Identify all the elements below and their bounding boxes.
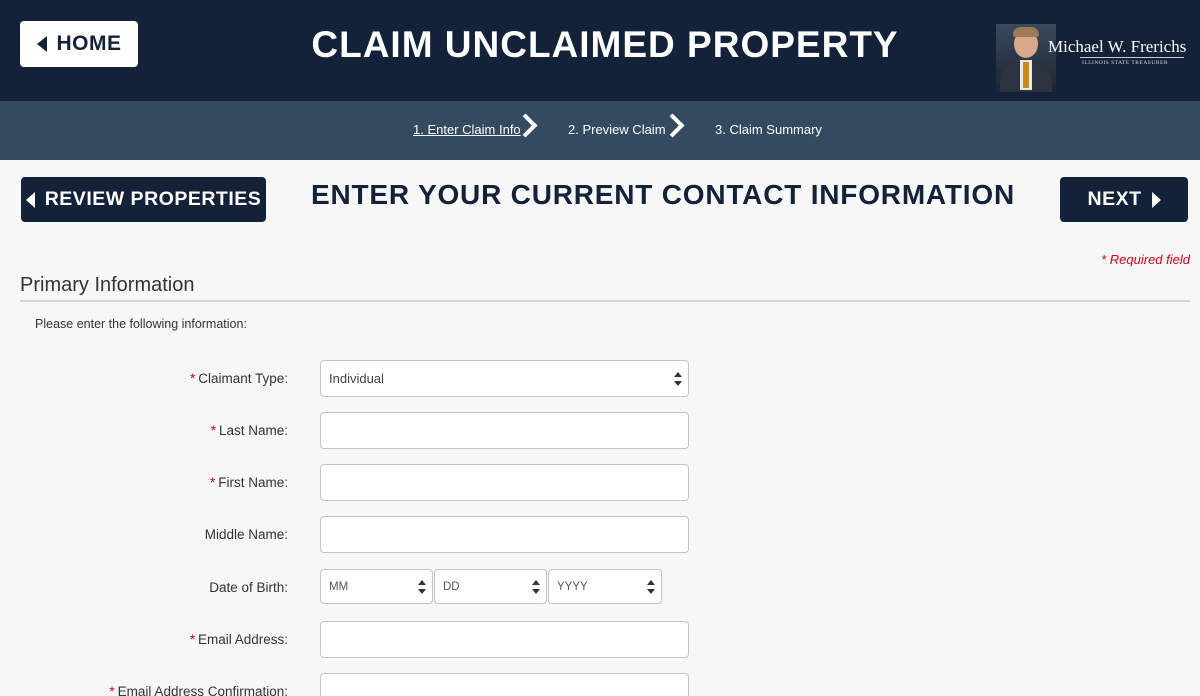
- claimant-type-row: * Claimant Type: Individual: [0, 360, 1200, 398]
- page-heading: ENTER YOUR CURRENT CONTACT INFORMATION: [311, 179, 1015, 210]
- select-arrows-icon: [674, 372, 682, 386]
- review-properties-label: REVIEW PROPERTIES: [44, 188, 262, 210]
- review-properties-button[interactable]: REVIEW PROPERTIES: [21, 177, 266, 222]
- logo-divider: [1080, 57, 1184, 58]
- dob-month-value: MM: [329, 580, 349, 593]
- dob-year-select[interactable]: YYYY: [548, 569, 662, 604]
- select-arrows-icon: [532, 580, 540, 594]
- required-field-note: * Required field: [1101, 252, 1190, 267]
- step-enter-claim-info[interactable]: 1. Enter Claim Info: [413, 122, 521, 137]
- middle-name-row: Middle Name:: [0, 516, 1200, 554]
- dob-year-value: YYYY: [557, 580, 588, 593]
- date-of-birth-label: Date of Birth:: [209, 580, 288, 595]
- next-button-label: NEXT: [1087, 188, 1142, 210]
- dob-day-select[interactable]: DD: [434, 569, 547, 604]
- section-title: Primary Information: [20, 274, 195, 296]
- claimant-type-label: * Claimant Type:: [189, 371, 288, 386]
- caret-right-icon: [1151, 191, 1161, 208]
- step-preview-claim: 2. Preview Claim: [568, 122, 666, 137]
- required-star: *: [210, 423, 216, 438]
- select-arrows-icon: [647, 580, 655, 594]
- first-name-label: * First Name:: [209, 475, 288, 490]
- form-instructions: Please enter the following information:: [35, 317, 247, 331]
- section-divider: [20, 300, 1190, 302]
- email-confirmation-row: * Email Address Confirmation:: [0, 673, 1200, 696]
- step-claim-summary: 3. Claim Summary: [715, 122, 822, 137]
- email-label: * Email Address:: [189, 632, 288, 647]
- required-star: *: [209, 475, 216, 490]
- treasurer-title: ILLINOIS STATE TREASURER: [1082, 60, 1169, 66]
- next-button[interactable]: NEXT: [1060, 177, 1188, 222]
- middle-name-input[interactable]: [320, 516, 689, 553]
- last-name-input[interactable]: [320, 412, 689, 449]
- treasurer-name: Michael W. Frerichs: [1048, 37, 1187, 56]
- site-header: HOME CLAIM UNCLAIMED PROPERTY Michael W.…: [0, 0, 1200, 101]
- required-star: *: [109, 684, 115, 696]
- first-name-input[interactable]: [320, 464, 689, 501]
- dob-day-value: DD: [443, 580, 460, 593]
- progress-steps: 1. Enter Claim Info 2. Preview Claim 3. …: [0, 101, 1200, 160]
- caret-left-icon: [25, 191, 35, 208]
- last-name-row: * Last Name:: [0, 412, 1200, 450]
- required-star: *: [189, 371, 196, 386]
- email-confirmation-label: * Email Address Confirmation:: [109, 684, 288, 696]
- date-of-birth-row: Date of Birth: MM DD YYYY: [0, 569, 1200, 607]
- email-row: * Email Address:: [0, 621, 1200, 659]
- claimant-type-value: Individual: [329, 371, 384, 386]
- dob-month-select[interactable]: MM: [320, 569, 433, 604]
- last-name-label: * Last Name:: [210, 423, 288, 438]
- middle-name-label: Middle Name:: [204, 527, 288, 542]
- claimant-type-select[interactable]: Individual: [320, 360, 689, 397]
- first-name-row: * First Name:: [0, 464, 1200, 502]
- email-input[interactable]: [320, 621, 689, 658]
- required-star: *: [189, 632, 195, 647]
- select-arrows-icon: [418, 580, 426, 594]
- email-confirmation-input[interactable]: [320, 673, 689, 696]
- treasurer-logo[interactable]: Michael W. Frerichs ILLINOIS STATE TREAS…: [996, 24, 1192, 92]
- treasurer-photo: [996, 24, 1056, 92]
